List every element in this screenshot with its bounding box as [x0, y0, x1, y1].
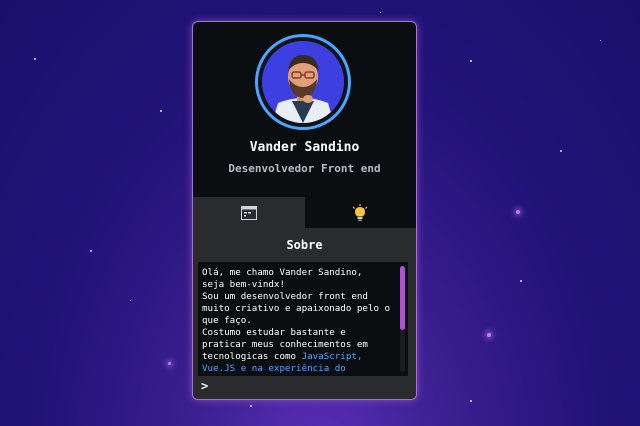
- chevron-right-icon[interactable]: >: [201, 379, 208, 393]
- about-line: tecnologicas como: [202, 351, 302, 362]
- star: [168, 362, 171, 365]
- profile-role: Desenvolvedor Front end: [228, 162, 381, 175]
- about-panel: Sobre Olá, me chamo Vander Sandino, seja…: [193, 228, 416, 399]
- tab-about[interactable]: [193, 197, 305, 228]
- avatar-image: [262, 41, 344, 123]
- tab-bar: [193, 197, 416, 228]
- about-line: Sou um desenvolvedor front end: [202, 291, 368, 302]
- star: [250, 405, 252, 407]
- star: [560, 150, 562, 152]
- profile-card: Vander Sandino Desenvolvedor Front end S…: [192, 21, 417, 400]
- scroll-thumb[interactable]: [400, 266, 405, 330]
- star: [380, 12, 381, 13]
- about-line: praticar meus conhecimentos em: [202, 339, 368, 350]
- avatar: [255, 34, 351, 130]
- about-line: que faço.: [202, 315, 252, 326]
- star: [487, 333, 491, 337]
- about-line: muito criativo e apaixonado pelo o: [202, 303, 391, 314]
- about-line: Olá, me chamo Vander Sandino,: [202, 267, 363, 278]
- avatar-illustration: [262, 41, 344, 123]
- highlight-vue: Vue.JS e na experiência do: [202, 363, 346, 374]
- star: [516, 210, 520, 214]
- about-text: Olá, me chamo Vander Sandino, seja bem-v…: [202, 267, 392, 375]
- profile-name: Vander Sandino: [249, 140, 360, 155]
- about-line: seja bem-vindx!: [202, 279, 285, 290]
- star: [90, 250, 92, 252]
- lightbulb-icon: [352, 203, 368, 221]
- star: [160, 110, 162, 112]
- about-title: Sobre: [286, 238, 323, 252]
- about-text-box[interactable]: Olá, me chamo Vander Sandino, seja bem-v…: [198, 262, 408, 376]
- code-window-icon: [240, 205, 257, 220]
- tab-skills[interactable]: [304, 197, 416, 228]
- star: [520, 280, 522, 282]
- highlight-javascript: JavaScript,: [301, 351, 363, 362]
- about-line: Costumo estudar bastante e: [202, 327, 346, 338]
- star: [34, 58, 36, 60]
- star: [130, 300, 131, 301]
- star: [470, 60, 472, 62]
- star: [600, 40, 601, 41]
- star: [470, 400, 472, 402]
- scrollbar[interactable]: [400, 266, 405, 372]
